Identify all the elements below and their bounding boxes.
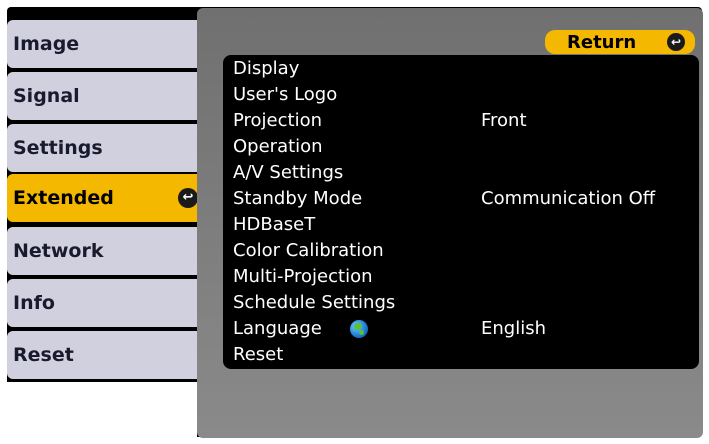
enter-icon: ↩ <box>667 33 685 51</box>
frame-cutout <box>7 382 197 442</box>
menu-item-label: Schedule Settings <box>233 292 396 313</box>
menu-item-label: HDBaseT <box>233 214 316 235</box>
tab-label: Info <box>13 292 55 314</box>
menu-item-label: Multi-Projection <box>233 266 373 287</box>
menu-item-multi-projection[interactable]: Multi-Projection <box>233 264 693 290</box>
tab-label: Extended <box>13 187 114 209</box>
tab-extended[interactable]: Extended ↩ <box>7 174 208 222</box>
tab-label: Reset <box>13 344 74 366</box>
tab-label: Settings <box>13 137 103 159</box>
menu-item-color-calibration[interactable]: Color Calibration <box>233 238 693 264</box>
menu-item-av-settings[interactable]: A/V Settings <box>233 160 693 186</box>
return-label: Return <box>567 31 637 53</box>
menu-item-label: Display <box>233 58 300 79</box>
menu-item-projection[interactable]: Projection Front <box>233 108 693 134</box>
menu-item-label: Standby Mode <box>233 188 363 209</box>
tab-network[interactable]: Network <box>7 227 208 275</box>
menu-item-value: Communication Off <box>481 188 656 209</box>
menu-item-hdbaset[interactable]: HDBaseT <box>233 212 693 238</box>
menu-item-display[interactable]: Display <box>233 56 693 82</box>
tab-label: Signal <box>13 85 80 107</box>
menu-item-label: A/V Settings <box>233 162 344 183</box>
tab-signal[interactable]: Signal <box>7 72 208 120</box>
menu-item-label: Color Calibration <box>233 240 384 261</box>
return-button[interactable]: Return ↩ <box>545 30 695 54</box>
enter-icon: ↩ <box>178 188 198 208</box>
tab-label: Image <box>13 33 80 55</box>
menu-item-standby-mode[interactable]: Standby Mode Communication Off <box>233 186 693 212</box>
menu-item-operation[interactable]: Operation <box>233 134 693 160</box>
tab-info[interactable]: Info <box>7 279 208 327</box>
menu-item-label: Reset <box>233 344 284 365</box>
menu-item-label: Language <box>233 318 322 339</box>
tab-label: Network <box>13 240 104 262</box>
menu-item-language[interactable]: Language English <box>233 316 693 342</box>
tab-image[interactable]: Image <box>7 20 208 68</box>
menu-item-value: Front <box>481 110 527 131</box>
menu-item-label: User's Logo <box>233 84 338 105</box>
menu-item-label: Projection <box>233 110 323 131</box>
globe-icon <box>350 320 368 338</box>
menu-item-users-logo[interactable]: User's Logo <box>233 82 693 108</box>
menu-item-schedule-settings[interactable]: Schedule Settings <box>233 290 693 316</box>
menu-item-label: Operation <box>233 136 323 157</box>
menu-item-value: English <box>481 318 546 339</box>
tab-reset[interactable]: Reset <box>7 331 208 379</box>
tab-settings[interactable]: Settings <box>7 124 208 172</box>
menu-item-reset[interactable]: Reset <box>233 342 693 368</box>
